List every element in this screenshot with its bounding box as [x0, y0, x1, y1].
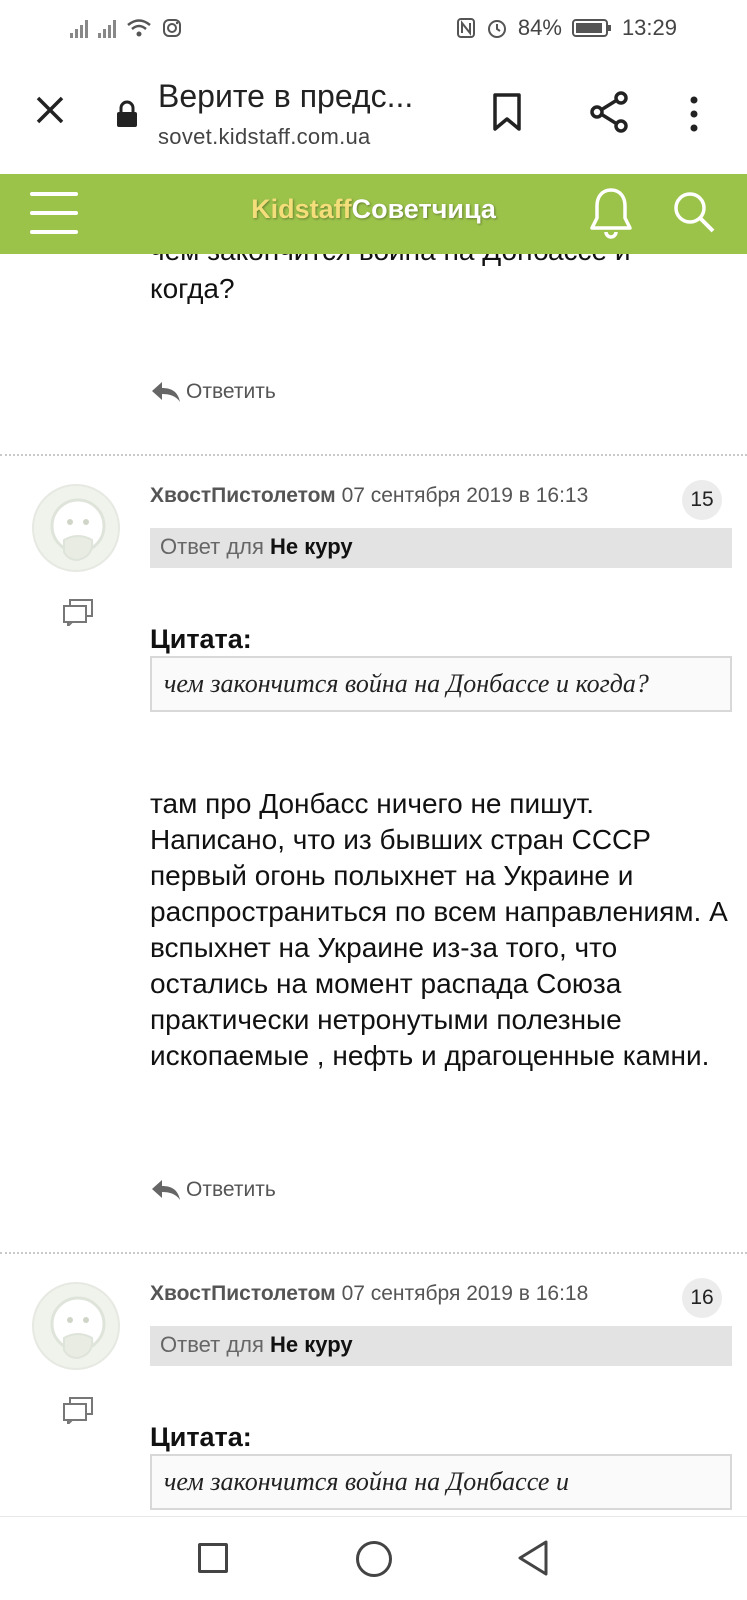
- author-link[interactable]: ХвостПистолетом: [150, 484, 336, 507]
- page-title[interactable]: Верите в предс...: [158, 78, 413, 115]
- instagram-icon: [163, 19, 181, 37]
- reply-to-bar: Ответ для Не куру: [150, 528, 732, 568]
- avatar-image: [50, 498, 106, 562]
- comment: ХвостПистолетом 07 сентября 2019 в 16:18…: [0, 1256, 747, 1516]
- search-icon[interactable]: [672, 190, 716, 234]
- reply-to-prefix: Ответ для: [160, 1332, 264, 1357]
- reply-icon: [152, 1180, 180, 1200]
- reply-label: Ответить: [186, 380, 276, 403]
- avatar-image: [50, 1296, 106, 1360]
- battery-percent: 84%: [517, 15, 562, 40]
- site-logo[interactable]: KidstaffСоветчица: [0, 194, 747, 225]
- quote-box: чем закончится война на Донбассе и: [150, 1454, 732, 1510]
- comment-text: там про Донбасс ничего не пишут. Написан…: [150, 788, 728, 1071]
- avatar[interactable]: [32, 484, 120, 572]
- avatar[interactable]: [32, 1282, 120, 1370]
- home-button[interactable]: [356, 1541, 392, 1577]
- battery-icon: [571, 19, 611, 37]
- divider: [0, 1252, 747, 1254]
- logo-part-1: Kidstaff: [251, 194, 352, 224]
- page-url[interactable]: sovet.kidstaff.com.ua: [158, 124, 371, 150]
- signal-icon-2: [98, 18, 116, 38]
- clock: 13:29: [621, 15, 677, 40]
- status-bar: 84% 13:29: [0, 0, 747, 56]
- quote-label: Цитата:: [150, 624, 252, 654]
- site-header: KidstaffСоветчица: [0, 174, 747, 254]
- status-right: 84% 13:29: [456, 15, 677, 41]
- share-icon[interactable]: [588, 90, 630, 134]
- comment-meta: ХвостПистолетом 07 сентября 2019 в 16:13: [150, 484, 588, 508]
- reply-button[interactable]: Ответить: [150, 1178, 276, 1202]
- comment-meta: ХвостПистолетом 07 сентября 2019 в 16:18: [150, 1282, 588, 1306]
- thread-icon[interactable]: [62, 1396, 94, 1424]
- more-options-icon[interactable]: [688, 96, 700, 132]
- author-link[interactable]: ХвостПистолетом: [150, 1282, 336, 1305]
- close-icon[interactable]: [30, 90, 70, 130]
- reply-icon: [152, 382, 180, 402]
- nfc-icon: [456, 18, 475, 38]
- reply-to-prefix: Ответ для: [160, 534, 264, 559]
- reply-label: Ответить: [186, 1178, 276, 1201]
- comment: ХвостПистолетом 07 сентября 2019 в 16:13…: [0, 458, 747, 1071]
- wifi-icon: [127, 19, 151, 37]
- previous-post-text: чем закончится война на Донбассе и когда…: [150, 254, 631, 304]
- browser-toolbar: Верите в предс... sovet.kidstaff.com.ua: [0, 56, 747, 174]
- logo-part-2: Советчица: [351, 194, 496, 224]
- divider: [0, 454, 747, 456]
- lock-icon: [117, 100, 137, 127]
- reply-button[interactable]: Ответить: [150, 380, 276, 404]
- reply-to-bar: Ответ для Не куру: [150, 1326, 732, 1366]
- alarm-icon: [487, 20, 506, 38]
- comment-number[interactable]: 15: [682, 480, 722, 520]
- comments-list: чем закончится война на Донбассе и когда…: [0, 254, 747, 1516]
- quote-label: Цитата:: [150, 1422, 252, 1452]
- bookmark-icon[interactable]: [492, 92, 522, 132]
- bell-icon[interactable]: [588, 186, 634, 240]
- recents-button[interactable]: [198, 1543, 228, 1573]
- comment-number[interactable]: 16: [682, 1278, 722, 1318]
- status-left: [70, 18, 182, 38]
- reply-to-user[interactable]: Не куру: [270, 1332, 353, 1357]
- comment-date: 07 сентября 2019 в 16:13: [341, 484, 589, 507]
- system-nav-bar: [0, 1516, 747, 1600]
- thread-icon[interactable]: [62, 598, 94, 626]
- comment-date: 07 сентября 2019 в 16:18: [341, 1282, 589, 1305]
- quote-box: чем закончится война на Донбассе и когда…: [150, 656, 732, 712]
- reply-to-user[interactable]: Не куру: [270, 534, 353, 559]
- signal-icon: [70, 18, 88, 38]
- back-icon[interactable]: [516, 1539, 550, 1577]
